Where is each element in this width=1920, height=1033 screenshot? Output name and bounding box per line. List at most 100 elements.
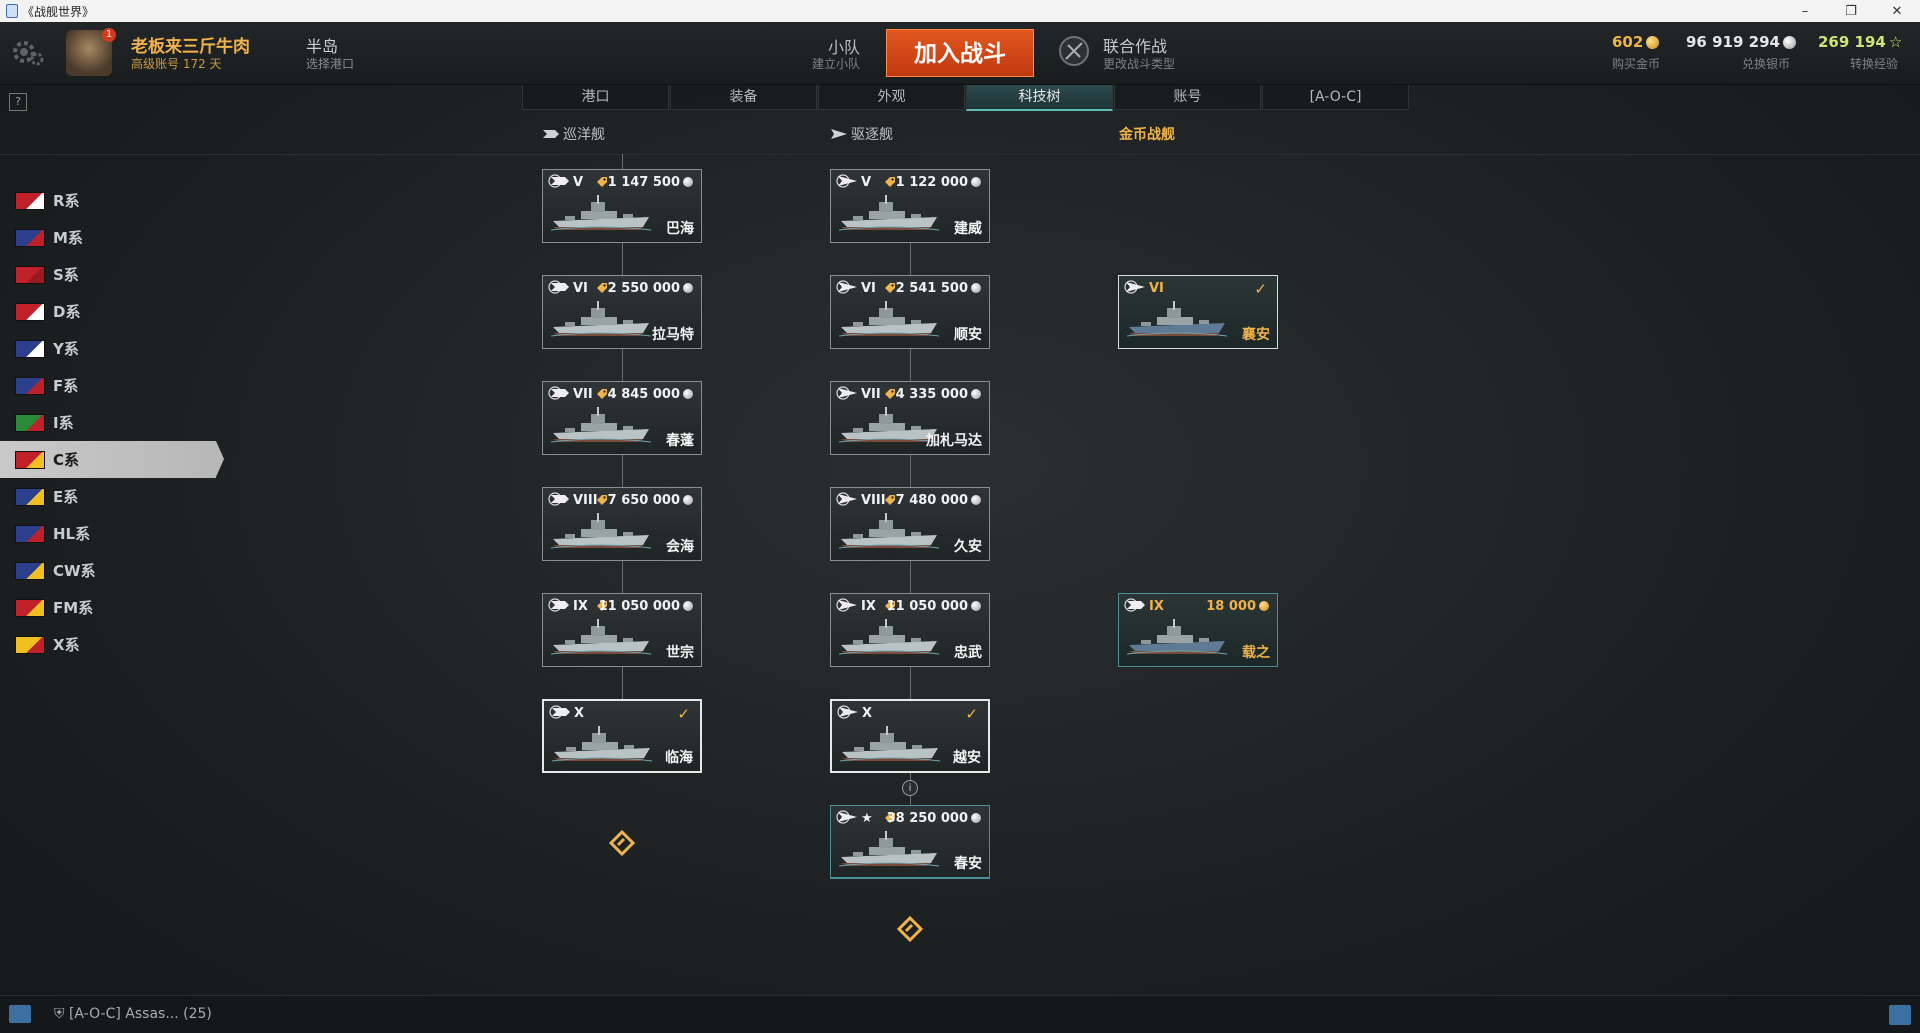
nation-item[interactable]: I系 — [0, 404, 222, 441]
nation-item[interactable]: X系 — [0, 626, 222, 663]
squad-sub-label: 建立小队 — [811, 57, 860, 71]
ship-price: 4 845 000 — [608, 387, 693, 402]
notification-badge: 1 — [102, 28, 116, 42]
nation-item[interactable]: CW系 — [0, 552, 222, 589]
ship-card[interactable]: X ✓ 临海 — [542, 699, 702, 773]
gold-balance[interactable]: 602 — [1612, 33, 1660, 51]
ship-price: 2 541 500 — [896, 281, 981, 296]
battle-mode-title[interactable]: 联合作战 — [1103, 33, 1167, 57]
tab-4[interactable]: 账号 — [1114, 85, 1261, 110]
ship-card[interactable]: VI 2 550 000 拉马特 — [542, 275, 702, 349]
owned-check-icon: ✓ — [965, 705, 978, 723]
premium-type-header: 金币战舰 — [1119, 127, 1175, 143]
ship-card[interactable]: IX 11 050 000 忠武 — [830, 593, 990, 667]
ship-card[interactable]: IX 18 000 载之 — [1118, 593, 1278, 667]
restore-button[interactable]: ❐ — [1828, 0, 1874, 22]
ship-image — [839, 301, 939, 337]
battle-mode-icon[interactable] — [1058, 35, 1090, 67]
help-button[interactable]: ? — [9, 93, 27, 111]
nation-label: E系 — [53, 488, 79, 506]
ship-image — [839, 407, 939, 443]
minimize-button[interactable]: – — [1782, 0, 1828, 22]
chat-icon[interactable] — [9, 1005, 31, 1023]
tab-3[interactable]: 科技树 — [966, 85, 1113, 111]
settings-gear-icon[interactable] — [10, 35, 44, 69]
tab-1[interactable]: 装备 — [670, 85, 817, 110]
ship-tier: ★ — [861, 811, 873, 826]
ship-card[interactable]: X ✓ 越安 — [830, 699, 990, 773]
ship-card[interactable]: V 1 122 000 建威 — [830, 169, 990, 243]
ship-card[interactable]: VIII 7 480 000 久安 — [830, 487, 990, 561]
nation-item[interactable]: D系 — [0, 293, 222, 330]
tree-link — [622, 154, 623, 169]
window-titlebar: 《战舰世界》 – ❐ ✕ — [0, 0, 1920, 22]
ship-tier: VI — [573, 281, 588, 296]
nation-label: S系 — [53, 266, 79, 284]
free-xp-balance[interactable]: 269 194 ☆ — [1818, 33, 1902, 51]
nation-item[interactable]: S系 — [0, 256, 222, 293]
nation-label: X系 — [53, 636, 80, 654]
ship-tier: VI — [861, 281, 876, 296]
flag-icon — [15, 635, 45, 654]
join-battle-button[interactable]: 加入战斗 — [886, 29, 1034, 77]
flag-icon — [15, 302, 45, 321]
port-name[interactable]: 半岛 — [306, 33, 338, 57]
clan-shield-icon: ⛨ — [54, 1006, 69, 1022]
cruiser-class-icon — [548, 280, 569, 294]
ship-name: 春蓬 — [666, 433, 694, 449]
ship-card[interactable]: VIII 7 650 000 会海 — [542, 487, 702, 561]
ship-card[interactable]: VII 4 845 000 春蓬 — [542, 381, 702, 455]
silver-coin-icon — [971, 601, 981, 611]
silver-balance[interactable]: 96 919 294 — [1686, 33, 1796, 51]
nation-item[interactable]: C系 — [0, 441, 224, 478]
ship-tier: IX — [573, 599, 588, 614]
ship-tier: IX — [1149, 599, 1164, 614]
destroyer-class-icon — [836, 810, 857, 824]
close-button[interactable]: ✕ — [1874, 0, 1920, 22]
ship-image — [839, 513, 939, 549]
silver-coin-icon — [971, 813, 981, 823]
nation-item[interactable]: R系 — [0, 182, 222, 219]
ship-card[interactable]: V 1 147 500 巴海 — [542, 169, 702, 243]
user-name[interactable]: 老板来三斤牛肉 — [131, 32, 250, 57]
bottom-bar: ⛨ [A-O-C] Assas... (25) — [0, 995, 1920, 1033]
notification-bell-icon[interactable] — [1889, 1005, 1911, 1025]
ship-card[interactable]: VII 4 335 000 加札马达 — [830, 381, 990, 455]
gold-coin-icon — [1646, 36, 1660, 49]
silver-coin-icon — [683, 389, 693, 399]
ship-card[interactable]: ★ 38 250 000 春安 — [830, 805, 990, 879]
clan-label[interactable]: ⛨ [A-O-C] Assas... (25) — [54, 1006, 212, 1022]
nation-label: R系 — [53, 192, 80, 210]
flag-icon — [15, 228, 45, 247]
ship-name: 载之 — [1242, 645, 1270, 661]
nation-item[interactable]: E系 — [0, 478, 222, 515]
tab-0[interactable]: 港口 — [522, 85, 669, 110]
research-diamond-icon[interactable] — [608, 829, 636, 857]
research-diamond-icon[interactable] — [896, 915, 924, 943]
tab-5[interactable]: [A-O-C] — [1262, 85, 1409, 110]
ship-image — [551, 407, 651, 443]
gold-coin-icon — [1259, 601, 1269, 611]
account-status: 高级账号 172 天 — [131, 57, 222, 71]
ship-card[interactable]: IX 11 050 000 世宗 — [542, 593, 702, 667]
info-icon[interactable]: i — [902, 780, 918, 796]
nation-item[interactable]: M系 — [0, 219, 222, 256]
ship-name: 建威 — [954, 221, 982, 237]
app-icon — [6, 4, 18, 18]
nation-item[interactable]: Y系 — [0, 330, 222, 367]
cruiser-class-icon — [548, 492, 569, 506]
nation-item[interactable]: FM系 — [0, 589, 222, 626]
ship-name: 临海 — [665, 750, 693, 766]
nation-item[interactable]: HL系 — [0, 515, 222, 552]
ship-tier: V — [573, 175, 584, 190]
ship-card[interactable]: VI ✓ 襄安 — [1118, 275, 1278, 349]
ship-card[interactable]: VI 2 541 500 顺安 — [830, 275, 990, 349]
battle-mode-sub: 更改战斗类型 — [1103, 57, 1176, 71]
flag-icon — [15, 376, 45, 395]
ship-image — [1127, 619, 1227, 655]
tab-2[interactable]: 外观 — [818, 85, 965, 110]
port-select-label: 选择港口 — [306, 57, 355, 71]
ship-name: 襄安 — [1242, 327, 1270, 343]
nation-item[interactable]: F系 — [0, 367, 222, 404]
nation-label: CW系 — [53, 562, 96, 580]
